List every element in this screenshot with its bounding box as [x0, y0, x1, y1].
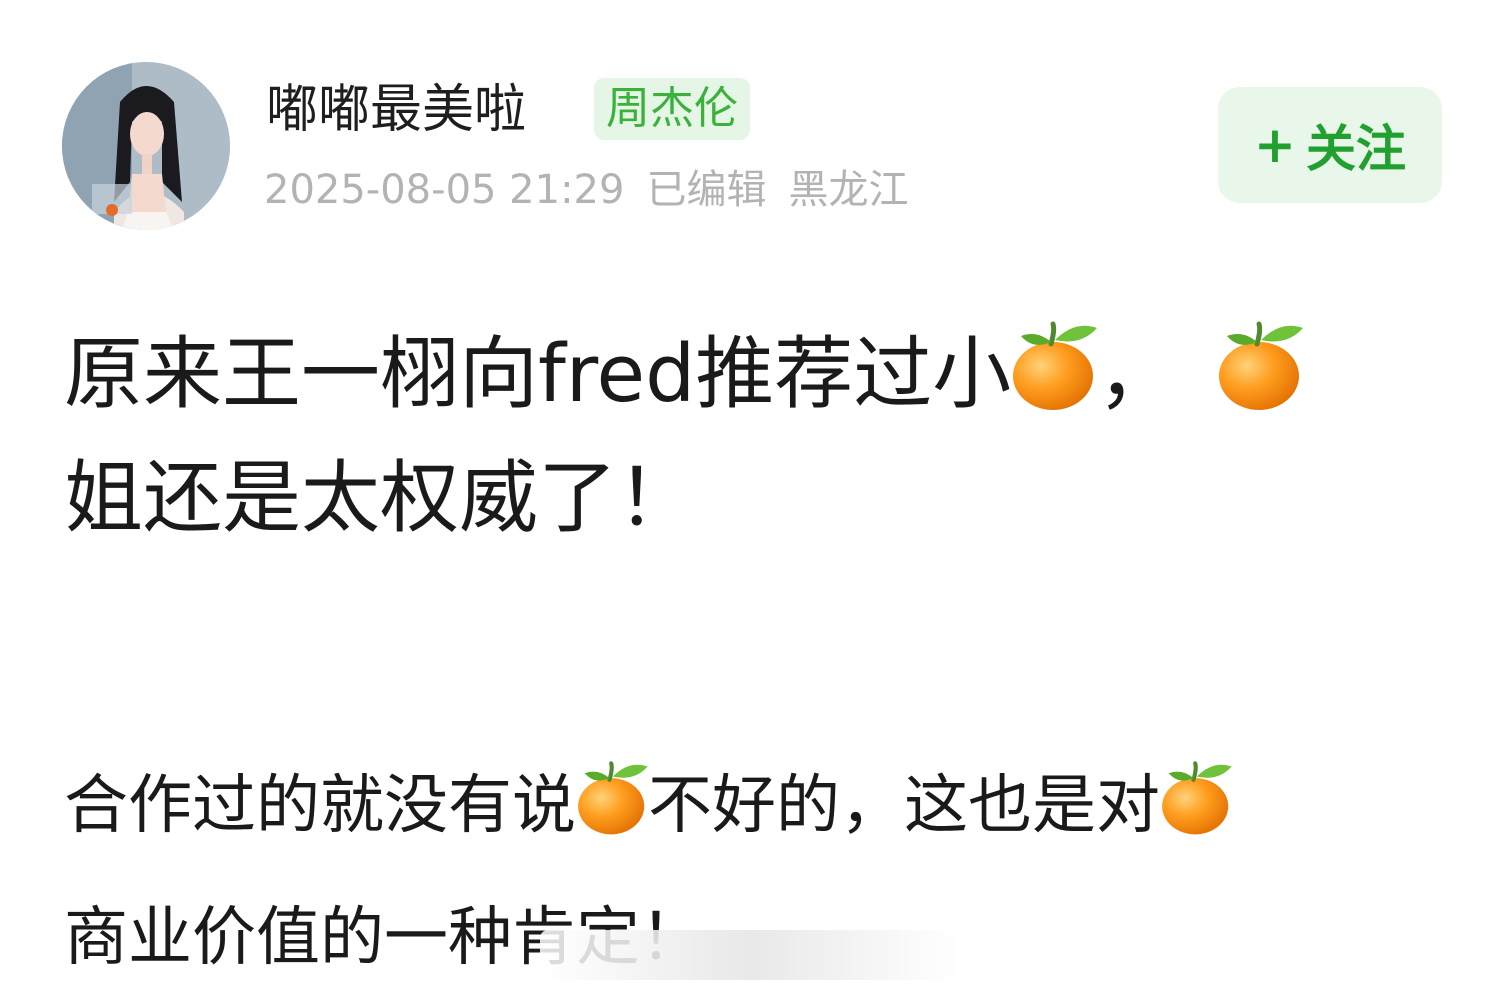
- edited-label: 已编辑: [646, 167, 767, 213]
- paragraph-1-line-2: 姐还是太权威了！: [64, 452, 696, 544]
- post-location: 黑龙江: [788, 167, 909, 213]
- post-paragraph-1: 原来王一栩向fred推荐过小 ， 姐还是太权威了！: [64, 312, 1444, 560]
- follow-label: 关注: [1305, 120, 1406, 178]
- tangerine-emoji-icon: [1160, 760, 1232, 836]
- paragraph-2-line-1: 合作过的就没有说 不好的，这也是对: [64, 740, 1444, 872]
- author-avatar[interactable]: [62, 62, 230, 230]
- tangerine-emoji-icon: [1217, 320, 1304, 412]
- post-header: 嘟嘟最美啦 周杰伦 2025-08-05 21:29 已编辑 黑龙江 + 关注: [0, 0, 1500, 240]
- plus-icon: +: [1254, 116, 1296, 174]
- topic-tag[interactable]: 周杰伦: [594, 78, 750, 140]
- paragraph-2-text-a: 合作过的就没有说: [64, 769, 576, 843]
- follow-button[interactable]: + 关注: [1218, 87, 1442, 203]
- watermark-overlay: [540, 930, 960, 980]
- tangerine-emoji-icon: [576, 760, 648, 836]
- paragraph-1-text: 原来王一栩向fred推荐过小: [64, 328, 1012, 420]
- paragraph-1-line-1: 原来王一栩向fred推荐过小 ，: [64, 312, 1444, 436]
- post-meta: 2025-08-05 21:29 已编辑 黑龙江: [264, 162, 930, 218]
- paragraph-2-text-b: 不好的，这也是对: [648, 769, 1160, 843]
- avatar-photo-icon: [62, 62, 230, 230]
- author-name[interactable]: 嘟嘟最美啦: [266, 78, 526, 142]
- paragraph-1-comma: ，: [1097, 328, 1177, 420]
- post-timestamp: 2025-08-05 21:29: [264, 167, 625, 213]
- tangerine-emoji-icon: [1011, 320, 1098, 412]
